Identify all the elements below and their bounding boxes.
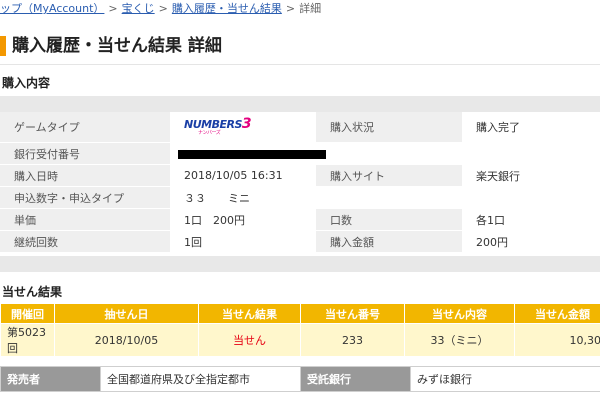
- value-purchase-status: 購入完了: [462, 112, 600, 143]
- breadcrumb-separator: >: [158, 2, 168, 15]
- label-bank-receipt-number: 銀行受付番号: [0, 142, 170, 165]
- game-logo: NUMBERS3 ナンバーズ: [170, 112, 316, 143]
- section-band: [0, 96, 600, 112]
- cell-winning-number: 233: [300, 323, 405, 357]
- empty-cell: [462, 186, 600, 209]
- purchase-detail-table: ゲームタイプ NUMBERS3 ナンバーズ 購入状況 購入完了 銀行受付番号 購入…: [0, 112, 600, 253]
- empty-cell: [316, 186, 462, 209]
- table-row: 申込数字・申込タイプ ３３ ミニ: [0, 186, 600, 209]
- section-heading-purchase: 購入内容: [2, 76, 51, 90]
- table-row: 銀行受付番号: [0, 142, 600, 165]
- page-title-block: 購入履歴・当せん結果 詳細: [0, 34, 600, 58]
- cell-winning-amount: 10,300: [514, 323, 600, 357]
- value-unit-price: 1口 200円: [170, 208, 316, 231]
- label-units: 口数: [316, 208, 462, 231]
- label-purchase-date: 購入日時: [0, 164, 170, 187]
- value-purchase-amount: 200円: [462, 230, 600, 253]
- numbers3-logo: NUMBERS3 ナンバーズ: [184, 116, 252, 136]
- table-header-row: 開催回 抽せん日 当せん結果 当せん番号 当せん内容 当せん金額: [0, 303, 600, 324]
- breadcrumb-current: 詳細: [299, 2, 322, 15]
- value-trustee-bank: みずほ銀行: [410, 366, 600, 392]
- header-winning-content: 当せん内容: [404, 303, 515, 324]
- issuer-table: 発売者 全国都道府県及び全指定都市 受託銀行 みずほ銀行: [0, 366, 600, 392]
- label-purchase-amount: 購入金額: [316, 230, 462, 253]
- table-row: 購入日時 2018/10/05 16:31 購入サイト 楽天銀行: [0, 164, 600, 187]
- value-application-number-type: ３３ ミニ: [170, 186, 316, 209]
- cell-draw-date: 2018/10/05: [54, 323, 199, 357]
- breadcrumb-link-takarakuji[interactable]: 宝くじ: [122, 2, 155, 15]
- value-units: 各1口: [462, 208, 600, 231]
- value-purchase-date: 2018/10/05 16:31: [170, 164, 316, 187]
- label-issuer: 発売者: [0, 366, 101, 392]
- result-table: 開催回 抽せん日 当せん結果 当せん番号 当せん内容 当せん金額 第5023回 …: [0, 303, 600, 357]
- value-issuer: 全国都道府県及び全指定都市: [100, 366, 301, 392]
- label-continuation-count: 継続回数: [0, 230, 170, 253]
- table-row: ゲームタイプ NUMBERS3 ナンバーズ 購入状況 購入完了: [0, 112, 600, 143]
- label-purchase-site: 購入サイト: [316, 164, 462, 187]
- header-draw-number: 開催回: [0, 303, 55, 324]
- breadcrumb-link-myaccount[interactable]: ップ（MyAccount）: [0, 2, 104, 15]
- divider: [0, 64, 600, 65]
- section-band: [0, 256, 600, 272]
- redaction-bar: [178, 149, 326, 159]
- breadcrumb-separator: >: [108, 2, 118, 15]
- table-row: 第5023回 2018/10/05 当せん 233 33（ミニ） 10,300: [0, 323, 600, 357]
- cell-draw-number: 第5023回: [0, 323, 55, 357]
- header-draw-date: 抽せん日: [54, 303, 199, 324]
- page-title: 購入履歴・当せん結果 詳細: [12, 36, 222, 56]
- value-purchase-site: 楽天銀行: [462, 164, 600, 187]
- table-row: 継続回数 1回 購入金額 200円: [0, 230, 600, 253]
- label-unit-price: 単価: [0, 208, 170, 231]
- header-result: 当せん結果: [198, 303, 301, 324]
- cell-winning-content: 33（ミニ）: [404, 323, 515, 357]
- label-trustee-bank: 受託銀行: [300, 366, 411, 392]
- header-winning-amount: 当せん金額: [514, 303, 600, 324]
- header-winning-number: 当せん番号: [300, 303, 405, 324]
- table-row: 単価 1口 200円 口数 各1口: [0, 208, 600, 231]
- section-heading-result: 当せん結果: [2, 285, 63, 299]
- value-bank-receipt-number: [170, 142, 600, 165]
- breadcrumb: ップ（MyAccount） > 宝くじ > 購入履歴・当せん結果 > 詳細: [0, 0, 600, 18]
- cell-result: 当せん: [198, 323, 301, 357]
- table-row: 発売者 全国都道府県及び全指定都市 受託銀行 みずほ銀行: [0, 366, 600, 392]
- label-purchase-status: 購入状況: [316, 112, 462, 143]
- breadcrumb-separator: >: [285, 2, 296, 15]
- label-application-number-type: 申込数字・申込タイプ: [0, 186, 170, 209]
- value-continuation-count: 1回: [170, 230, 316, 253]
- label-game-type: ゲームタイプ: [0, 112, 170, 143]
- title-accent-bar: [0, 36, 6, 56]
- breadcrumb-link-history[interactable]: 購入履歴・当せん結果: [172, 2, 282, 15]
